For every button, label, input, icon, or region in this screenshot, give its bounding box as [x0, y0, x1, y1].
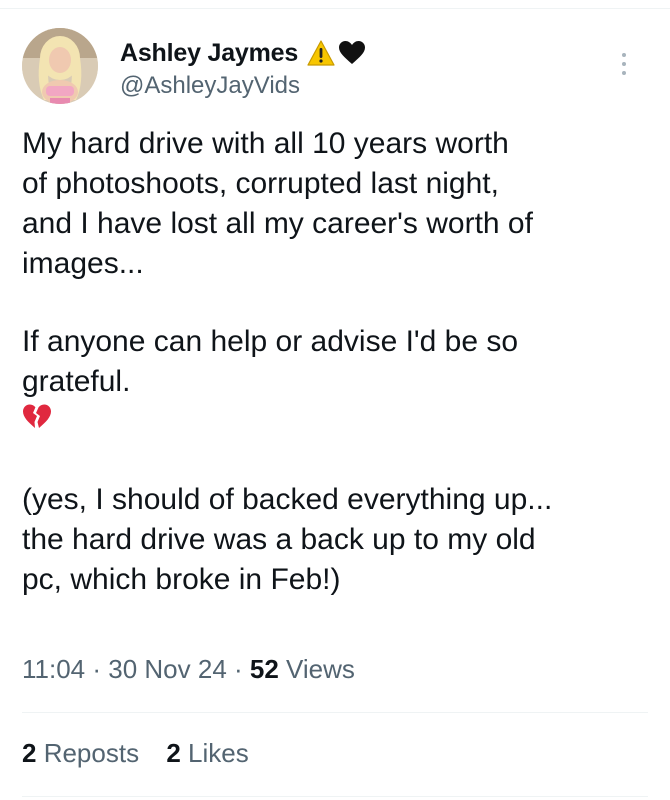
- reposts-label: Reposts: [36, 738, 140, 768]
- warning-icon: [306, 39, 336, 67]
- tweet-meta: 11:04 · 30 Nov 24 · 52 Views: [22, 654, 355, 685]
- tweet-time[interactable]: 11:04: [22, 654, 85, 684]
- bottom-divider: [22, 796, 648, 797]
- tweet-header: Ashley Jaymes @AshleyJayVids: [22, 28, 652, 108]
- views-label: Views: [278, 654, 355, 684]
- broken-heart-icon: [22, 402, 52, 442]
- emoji-line: [22, 402, 652, 442]
- tweet-text: My hard drive with all 10 years worth of…: [22, 124, 652, 600]
- author-handle[interactable]: @AshleyJayVids: [120, 72, 366, 100]
- stats-divider: [22, 712, 648, 713]
- reposts-count: 2: [22, 738, 37, 768]
- more-dot: [622, 62, 626, 66]
- engagement-stats: 2 Reposts 2 Likes: [22, 738, 269, 769]
- display-name[interactable]: Ashley Jaymes: [120, 39, 298, 68]
- black-heart-icon: [338, 40, 366, 66]
- author-info: Ashley Jaymes @AshleyJayVids: [120, 36, 366, 100]
- likes-label: Likes: [180, 738, 249, 768]
- tweet-paragraph: If anyone can help or advise I'd be so g…: [22, 325, 519, 398]
- meta-separator: ·: [85, 654, 109, 684]
- more-dot: [622, 71, 626, 75]
- reposts-stat[interactable]: 2 Reposts: [22, 738, 139, 768]
- tweet-paragraph: (yes, I should of backed everything up..…: [22, 483, 553, 596]
- tweet-paragraph: My hard drive with all 10 years worth of…: [22, 127, 533, 280]
- more-options-button[interactable]: [614, 48, 634, 80]
- top-divider: [0, 8, 670, 9]
- display-name-row: Ashley Jaymes: [120, 36, 366, 70]
- name-badges: [306, 39, 366, 67]
- likes-stat[interactable]: 2 Likes: [166, 738, 248, 768]
- avatar[interactable]: [22, 28, 98, 104]
- more-dot: [622, 53, 626, 57]
- likes-count: 2: [166, 738, 181, 768]
- meta-separator: ·: [226, 654, 250, 684]
- views-count: 52: [249, 654, 279, 684]
- tweet-date[interactable]: 30 Nov 24: [108, 654, 227, 684]
